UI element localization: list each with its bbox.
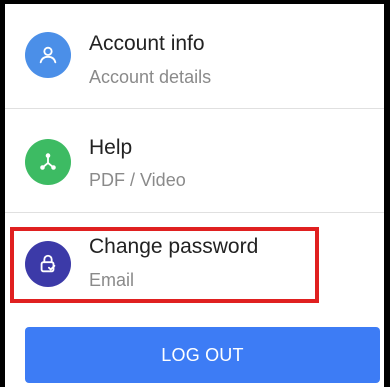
- menu-item-title: Help: [89, 136, 133, 159]
- divider: [5, 108, 384, 109]
- menu-item-account-info[interactable]: Account info Account details: [5, 18, 384, 106]
- highlight-box: [10, 227, 319, 303]
- user-icon: [25, 32, 71, 78]
- divider: [5, 212, 384, 213]
- frame-border-right: [384, 0, 390, 387]
- settings-panel: Account info Account details Help PDF / …: [0, 0, 390, 387]
- menu-item-subtitle: PDF / Video: [89, 170, 186, 190]
- share-nodes-icon: [25, 139, 71, 185]
- menu-item-title: Account info: [89, 32, 205, 55]
- logout-button[interactable]: LOG OUT: [25, 327, 380, 383]
- menu-item-subtitle: Account details: [89, 67, 212, 87]
- menu-item-help[interactable]: Help PDF / Video: [5, 110, 384, 210]
- frame-border-top: [0, 0, 390, 4]
